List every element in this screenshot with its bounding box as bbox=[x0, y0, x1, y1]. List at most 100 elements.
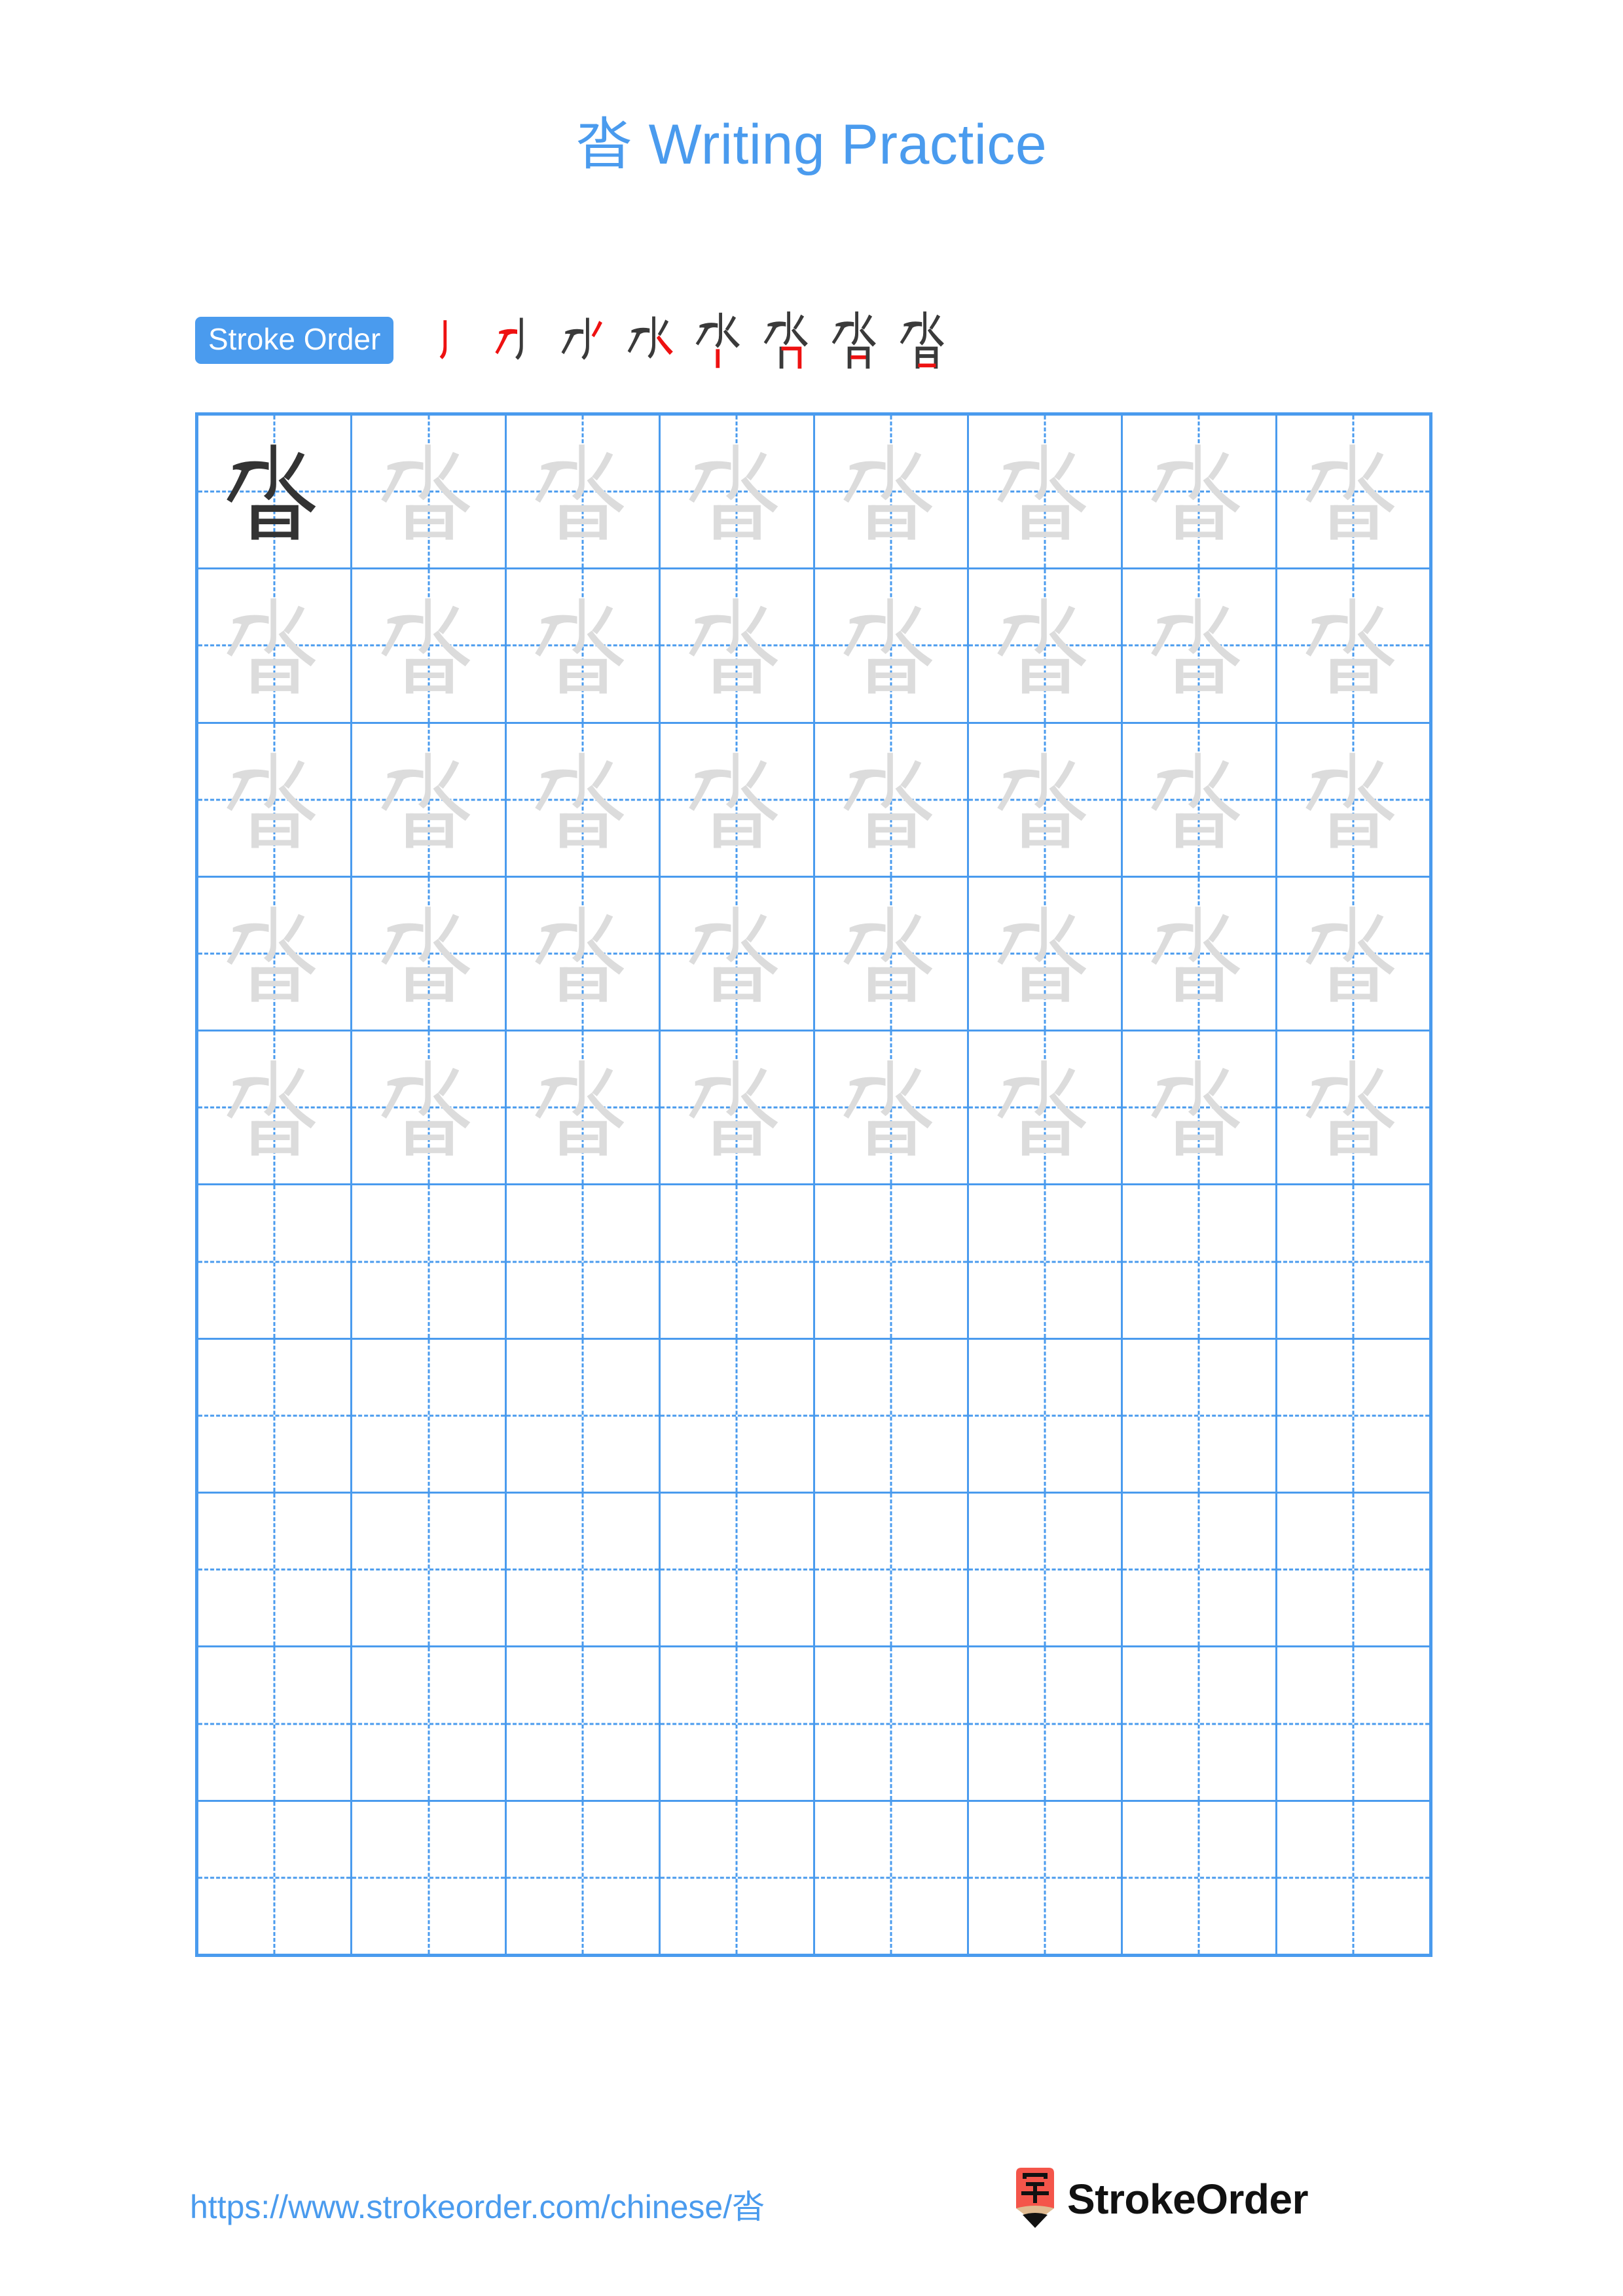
practice-grid-cell[interactable] bbox=[661, 723, 815, 876]
practice-grid-cell[interactable] bbox=[815, 723, 969, 876]
practice-grid-cell[interactable] bbox=[815, 1339, 969, 1492]
stroke-step-7 bbox=[827, 308, 890, 373]
practice-grid-cell[interactable] bbox=[507, 1185, 661, 1338]
practice-grid-cell[interactable] bbox=[1123, 416, 1277, 568]
stroke-step-6 bbox=[759, 308, 822, 373]
practice-grid-cell[interactable] bbox=[661, 1801, 815, 1954]
practice-grid-cell[interactable] bbox=[507, 1801, 661, 1954]
practice-grid-cell[interactable] bbox=[1123, 877, 1277, 1030]
practice-grid-cell[interactable] bbox=[507, 1647, 661, 1800]
practice-grid-cell[interactable] bbox=[198, 1801, 353, 1954]
practice-grid-cell[interactable] bbox=[1123, 1185, 1277, 1338]
practice-grid-cell[interactable] bbox=[352, 1801, 507, 1954]
practice-grid-cell[interactable] bbox=[661, 1031, 815, 1184]
practice-grid-cell[interactable] bbox=[815, 1031, 969, 1184]
practice-grid-row bbox=[198, 1185, 1429, 1340]
practice-grid-cell[interactable] bbox=[352, 1339, 507, 1492]
footer-url-link[interactable]: https://www.strokeorder.com/chinese/沓 bbox=[190, 2181, 765, 2228]
tracing-character bbox=[661, 1031, 812, 1183]
practice-grid-cell[interactable] bbox=[661, 416, 815, 568]
practice-grid-cell[interactable] bbox=[1277, 1031, 1429, 1183]
practice-grid-cell[interactable] bbox=[969, 1339, 1123, 1492]
practice-grid-cell[interactable] bbox=[1277, 1647, 1429, 1799]
tracing-character bbox=[1277, 724, 1429, 876]
practice-grid-cell[interactable] bbox=[1277, 416, 1429, 567]
practice-grid-cell[interactable] bbox=[969, 1647, 1123, 1800]
practice-grid-cell[interactable] bbox=[969, 1801, 1123, 1954]
practice-grid-cell[interactable] bbox=[1277, 724, 1429, 876]
practice-grid-cell[interactable] bbox=[1123, 1031, 1277, 1184]
practice-grid-cell[interactable] bbox=[815, 1185, 969, 1338]
practice-grid-cell[interactable] bbox=[1277, 569, 1429, 721]
practice-grid-cell[interactable] bbox=[198, 1185, 353, 1338]
practice-grid-cell[interactable] bbox=[198, 1647, 353, 1800]
practice-grid-cell[interactable] bbox=[815, 416, 969, 568]
tracing-character bbox=[969, 724, 1121, 876]
practice-grid-cell[interactable] bbox=[815, 1647, 969, 1800]
practice-grid-cell[interactable] bbox=[1277, 1494, 1429, 1645]
practice-grid-cell[interactable] bbox=[661, 1339, 815, 1492]
practice-grid-cell[interactable] bbox=[661, 569, 815, 722]
practice-grid-cell[interactable] bbox=[815, 877, 969, 1030]
practice-grid-cell[interactable] bbox=[352, 1185, 507, 1338]
tracing-character bbox=[507, 878, 659, 1030]
practice-grid-cell[interactable] bbox=[507, 1494, 661, 1646]
practice-grid-cell[interactable] bbox=[507, 416, 661, 568]
practice-grid-cell[interactable] bbox=[352, 723, 507, 876]
practice-grid-cell[interactable] bbox=[661, 1494, 815, 1646]
practice-grid-cell[interactable] bbox=[507, 877, 661, 1030]
tracing-character bbox=[1123, 1031, 1275, 1183]
tracing-character bbox=[815, 878, 967, 1030]
practice-grid-cell[interactable] bbox=[815, 1494, 969, 1646]
practice-grid-cell[interactable] bbox=[969, 416, 1123, 568]
tracing-character bbox=[507, 724, 659, 876]
tracing-character bbox=[969, 416, 1121, 567]
practice-grid-cell[interactable] bbox=[661, 1647, 815, 1800]
practice-grid-cell[interactable] bbox=[507, 569, 661, 722]
practice-grid-cell[interactable] bbox=[352, 416, 507, 568]
tracing-character bbox=[661, 724, 812, 876]
practice-grid-cell[interactable] bbox=[507, 1339, 661, 1492]
practice-grid-cell[interactable] bbox=[198, 1339, 353, 1492]
practice-grid-cell[interactable] bbox=[198, 1031, 353, 1184]
practice-grid-cell[interactable] bbox=[1123, 1339, 1277, 1492]
practice-grid-cell[interactable] bbox=[507, 1031, 661, 1184]
practice-grid-cell[interactable] bbox=[969, 1185, 1123, 1338]
practice-grid-cell[interactable] bbox=[1123, 1801, 1277, 1954]
stroke-step-2 bbox=[486, 308, 549, 373]
practice-grid-cell[interactable] bbox=[1123, 1647, 1277, 1800]
practice-grid-cell[interactable] bbox=[352, 877, 507, 1030]
practice-grid-cell[interactable] bbox=[352, 1031, 507, 1184]
practice-grid-cell[interactable] bbox=[815, 569, 969, 722]
tracing-character bbox=[815, 569, 967, 721]
practice-grid-cell[interactable] bbox=[198, 1494, 353, 1646]
practice-grid-cell[interactable] bbox=[198, 416, 353, 568]
practice-grid-cell[interactable] bbox=[1277, 878, 1429, 1030]
tracing-character bbox=[1123, 878, 1275, 1030]
practice-grid-cell[interactable] bbox=[815, 1801, 969, 1954]
practice-grid-cell[interactable] bbox=[969, 877, 1123, 1030]
practice-grid-cell[interactable] bbox=[1123, 569, 1277, 722]
practice-grid-cell[interactable] bbox=[1277, 1185, 1429, 1337]
stroke-step-1 bbox=[418, 308, 481, 373]
practice-grid-cell[interactable] bbox=[198, 723, 353, 876]
practice-grid-cell[interactable] bbox=[661, 877, 815, 1030]
practice-grid-cell[interactable] bbox=[198, 569, 353, 722]
practice-grid-cell[interactable] bbox=[1123, 1494, 1277, 1646]
brand-logo[interactable]: StrokeOrder bbox=[1013, 2168, 1308, 2231]
practice-grid-cell[interactable] bbox=[969, 723, 1123, 876]
practice-grid-cell[interactable] bbox=[352, 569, 507, 722]
practice-grid-cell[interactable] bbox=[352, 1647, 507, 1800]
tracing-character bbox=[661, 878, 812, 1030]
practice-grid-cell[interactable] bbox=[661, 1185, 815, 1338]
practice-grid-cell[interactable] bbox=[1123, 723, 1277, 876]
practice-grid-cell[interactable] bbox=[352, 1494, 507, 1646]
tracing-character bbox=[352, 416, 504, 567]
practice-grid-cell[interactable] bbox=[198, 877, 353, 1030]
practice-grid-cell[interactable] bbox=[969, 1031, 1123, 1184]
practice-grid-cell[interactable] bbox=[969, 569, 1123, 722]
practice-grid-cell[interactable] bbox=[969, 1494, 1123, 1646]
practice-grid-cell[interactable] bbox=[1277, 1802, 1429, 1954]
practice-grid-cell[interactable] bbox=[507, 723, 661, 876]
practice-grid-cell[interactable] bbox=[1277, 1340, 1429, 1492]
